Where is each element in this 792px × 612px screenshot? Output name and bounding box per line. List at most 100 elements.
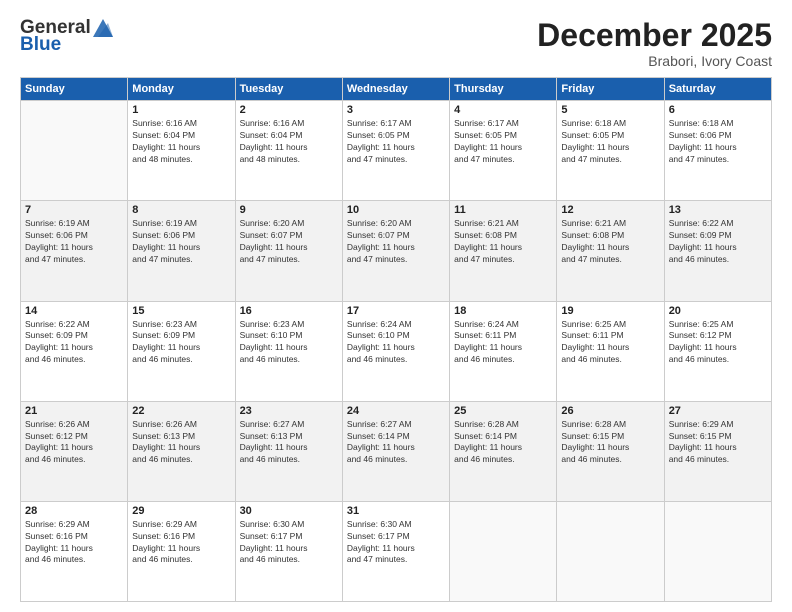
- calendar-cell: 20 Sunrise: 6:25 AM Sunset: 6:12 PM Dayli…: [664, 301, 771, 401]
- location: Brabori, Ivory Coast: [537, 53, 772, 69]
- day-number: 11: [454, 204, 552, 216]
- calendar-cell: 16 Sunrise: 6:23 AM Sunset: 6:10 PM Dayli…: [235, 301, 342, 401]
- calendar-cell: 1 Sunrise: 6:16 AM Sunset: 6:04 PM Daylig…: [128, 101, 235, 201]
- day-of-week-header: Saturday: [664, 78, 771, 101]
- day-number: 16: [240, 305, 338, 317]
- month-title: December 2025: [537, 18, 772, 53]
- calendar-cell: 26 Sunrise: 6:28 AM Sunset: 6:15 PM Dayli…: [557, 401, 664, 501]
- day-info: Sunrise: 6:20 AM Sunset: 6:07 PM Dayligh…: [240, 218, 338, 266]
- calendar-cell: 30Sunrise: 6:30 AM Sunset: 6:17 PM Dayli…: [235, 501, 342, 601]
- day-info: Sunrise: 6:28 AM Sunset: 6:15 PM Dayligh…: [561, 419, 659, 467]
- day-number: 30: [240, 505, 338, 517]
- title-area: December 2025 Brabori, Ivory Coast: [537, 18, 772, 69]
- day-number: 7: [25, 204, 123, 216]
- day-number: 27: [669, 405, 767, 417]
- day-info: Sunrise: 6:18 AM Sunset: 6:06 PM Dayligh…: [669, 118, 767, 166]
- day-number: 19: [561, 305, 659, 317]
- day-number: 17: [347, 305, 445, 317]
- day-info: Sunrise: 6:18 AM Sunset: 6:05 PM Dayligh…: [561, 118, 659, 166]
- calendar-cell: 9 Sunrise: 6:20 AM Sunset: 6:07 PM Daylig…: [235, 201, 342, 301]
- calendar-cell: 2Sunrise: 6:16 AM Sunset: 6:04 PM Daylig…: [235, 101, 342, 201]
- calendar-cell: 28 Sunrise: 6:29 AM Sunset: 6:16 PM Dayli…: [21, 501, 128, 601]
- day-number: 2: [240, 104, 338, 116]
- day-info: Sunrise: 6:28 AM Sunset: 6:14 PM Dayligh…: [454, 419, 552, 467]
- calendar-cell: 13 Sunrise: 6:22 AM Sunset: 6:09 PM Dayli…: [664, 201, 771, 301]
- day-number: 3: [347, 104, 445, 116]
- day-of-week-header: Monday: [128, 78, 235, 101]
- day-number: 20: [669, 305, 767, 317]
- day-number: 18: [454, 305, 552, 317]
- day-info: Sunrise: 6:23 AM Sunset: 6:10 PM Dayligh…: [240, 319, 338, 367]
- calendar-cell: 31Sunrise: 6:30 AM Sunset: 6:17 PM Dayli…: [342, 501, 449, 601]
- day-number: 6: [669, 104, 767, 116]
- day-of-week-header: Friday: [557, 78, 664, 101]
- day-info: Sunrise: 6:25 AM Sunset: 6:12 PM Dayligh…: [669, 319, 767, 367]
- logo: General Blue: [20, 18, 113, 54]
- day-info: Sunrise: 6:22 AM Sunset: 6:09 PM Dayligh…: [669, 218, 767, 266]
- day-number: 14: [25, 305, 123, 317]
- calendar-cell: [557, 501, 664, 601]
- day-number: 8: [132, 204, 230, 216]
- day-number: 26: [561, 405, 659, 417]
- day-info: Sunrise: 6:20 AM Sunset: 6:07 PM Dayligh…: [347, 218, 445, 266]
- day-info: Sunrise: 6:23 AM Sunset: 6:09 PM Dayligh…: [132, 319, 230, 367]
- calendar-cell: 15 Sunrise: 6:23 AM Sunset: 6:09 PM Dayli…: [128, 301, 235, 401]
- calendar-cell: 7 Sunrise: 6:19 AM Sunset: 6:06 PM Daylig…: [21, 201, 128, 301]
- calendar-cell: 27 Sunrise: 6:29 AM Sunset: 6:15 PM Dayli…: [664, 401, 771, 501]
- day-number: 21: [25, 405, 123, 417]
- calendar-cell: 21 Sunrise: 6:26 AM Sunset: 6:12 PM Dayli…: [21, 401, 128, 501]
- calendar-cell: 18 Sunrise: 6:24 AM Sunset: 6:11 PM Dayli…: [450, 301, 557, 401]
- calendar-cell: 24 Sunrise: 6:27 AM Sunset: 6:14 PM Dayli…: [342, 401, 449, 501]
- calendar-cell: 19 Sunrise: 6:25 AM Sunset: 6:11 PM Dayli…: [557, 301, 664, 401]
- day-info: Sunrise: 6:25 AM Sunset: 6:11 PM Dayligh…: [561, 319, 659, 367]
- calendar-cell: [664, 501, 771, 601]
- day-number: 1: [132, 104, 230, 116]
- day-number: 5: [561, 104, 659, 116]
- day-info: Sunrise: 6:26 AM Sunset: 6:13 PM Dayligh…: [132, 419, 230, 467]
- day-number: 10: [347, 204, 445, 216]
- day-number: 4: [454, 104, 552, 116]
- day-number: 24: [347, 405, 445, 417]
- day-info: Sunrise: 6:19 AM Sunset: 6:06 PM Dayligh…: [25, 218, 123, 266]
- day-number: 29: [132, 505, 230, 517]
- calendar-cell: 25 Sunrise: 6:28 AM Sunset: 6:14 PM Dayli…: [450, 401, 557, 501]
- day-number: 15: [132, 305, 230, 317]
- day-info: Sunrise: 6:17 AM Sunset: 6:05 PM Dayligh…: [454, 118, 552, 166]
- calendar-cell: 3 Sunrise: 6:17 AM Sunset: 6:05 PM Daylig…: [342, 101, 449, 201]
- day-info: Sunrise: 6:24 AM Sunset: 6:11 PM Dayligh…: [454, 319, 552, 367]
- day-number: 9: [240, 204, 338, 216]
- calendar-cell: 5 Sunrise: 6:18 AM Sunset: 6:05 PM Daylig…: [557, 101, 664, 201]
- calendar-cell: 10 Sunrise: 6:20 AM Sunset: 6:07 PM Dayli…: [342, 201, 449, 301]
- calendar-cell: 6 Sunrise: 6:18 AM Sunset: 6:06 PM Daylig…: [664, 101, 771, 201]
- day-number: 13: [669, 204, 767, 216]
- calendar-cell: 22 Sunrise: 6:26 AM Sunset: 6:13 PM Dayli…: [128, 401, 235, 501]
- day-info: Sunrise: 6:27 AM Sunset: 6:13 PM Dayligh…: [240, 419, 338, 467]
- day-info: Sunrise: 6:29 AM Sunset: 6:16 PM Dayligh…: [132, 519, 230, 567]
- calendar-cell: 14 Sunrise: 6:22 AM Sunset: 6:09 PM Dayli…: [21, 301, 128, 401]
- day-info: Sunrise: 6:19 AM Sunset: 6:06 PM Dayligh…: [132, 218, 230, 266]
- day-info: Sunrise: 6:29 AM Sunset: 6:16 PM Dayligh…: [25, 519, 123, 567]
- day-number: 25: [454, 405, 552, 417]
- day-info: Sunrise: 6:22 AM Sunset: 6:09 PM Dayligh…: [25, 319, 123, 367]
- calendar-cell: [21, 101, 128, 201]
- calendar-cell: [450, 501, 557, 601]
- calendar-cell: 29 Sunrise: 6:29 AM Sunset: 6:16 PM Dayli…: [128, 501, 235, 601]
- day-info: Sunrise: 6:21 AM Sunset: 6:08 PM Dayligh…: [454, 218, 552, 266]
- page: General Blue December 2025 Brabori, Ivor…: [0, 0, 792, 612]
- calendar-cell: 4 Sunrise: 6:17 AM Sunset: 6:05 PM Daylig…: [450, 101, 557, 201]
- calendar-cell: 23Sunrise: 6:27 AM Sunset: 6:13 PM Dayli…: [235, 401, 342, 501]
- logo-icon: [93, 19, 113, 37]
- day-number: 22: [132, 405, 230, 417]
- day-info: Sunrise: 6:17 AM Sunset: 6:05 PM Dayligh…: [347, 118, 445, 166]
- day-info: Sunrise: 6:27 AM Sunset: 6:14 PM Dayligh…: [347, 419, 445, 467]
- day-info: Sunrise: 6:26 AM Sunset: 6:12 PM Dayligh…: [25, 419, 123, 467]
- calendar-cell: 12Sunrise: 6:21 AM Sunset: 6:08 PM Dayli…: [557, 201, 664, 301]
- day-number: 12: [561, 204, 659, 216]
- day-of-week-header: Tuesday: [235, 78, 342, 101]
- logo-blue-text: Blue: [20, 35, 61, 54]
- day-of-week-header: Wednesday: [342, 78, 449, 101]
- day-info: Sunrise: 6:29 AM Sunset: 6:15 PM Dayligh…: [669, 419, 767, 467]
- day-number: 28: [25, 505, 123, 517]
- day-info: Sunrise: 6:16 AM Sunset: 6:04 PM Dayligh…: [132, 118, 230, 166]
- day-number: 31: [347, 505, 445, 517]
